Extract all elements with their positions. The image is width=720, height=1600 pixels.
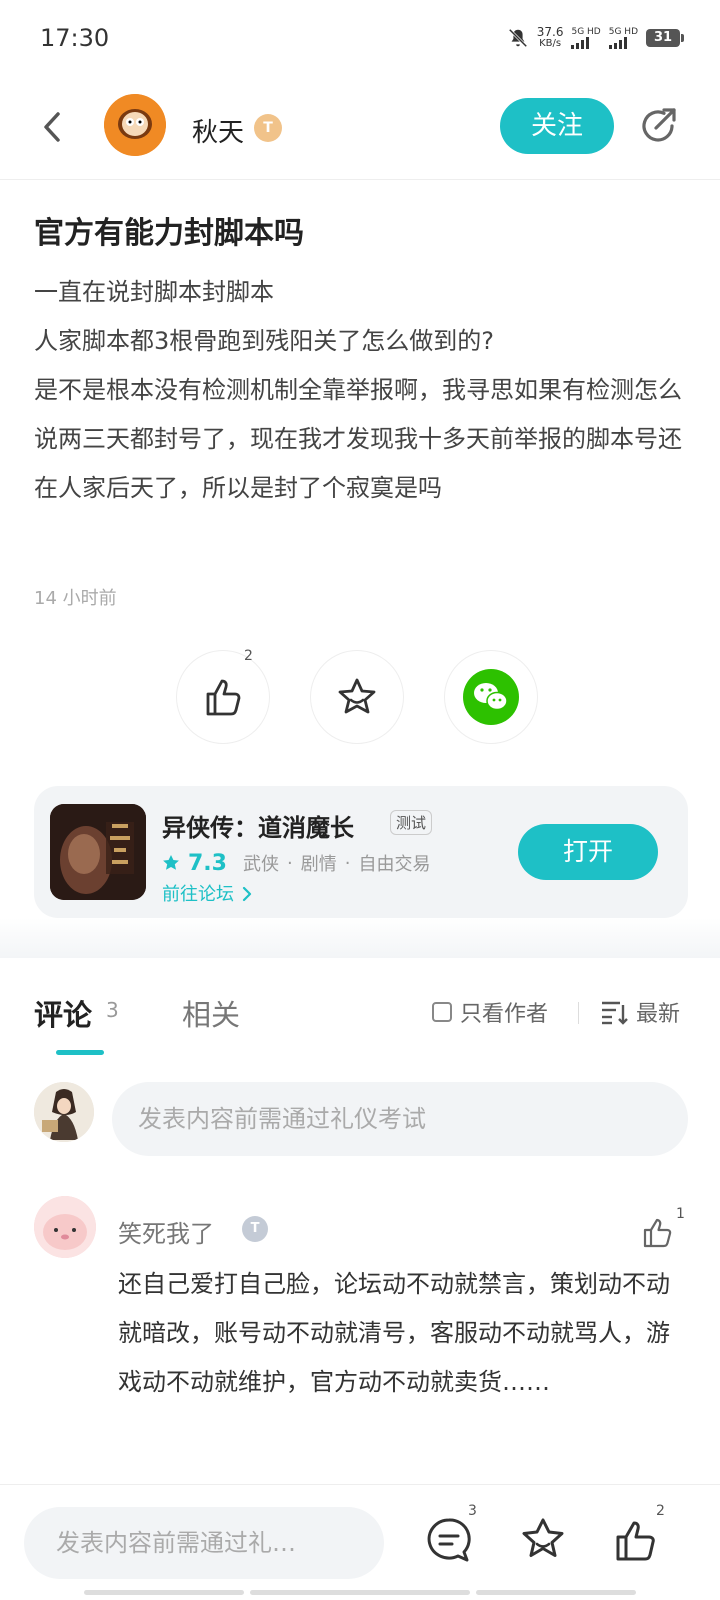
- commenter-name[interactable]: 笑死我了: [118, 1214, 214, 1249]
- comments-count: 3: [106, 998, 119, 1022]
- game-name[interactable]: 异侠传：道消魔长: [162, 808, 354, 843]
- commenter-avatar[interactable]: [34, 1196, 96, 1258]
- battery-icon: 31: [646, 29, 684, 47]
- comment-input[interactable]: 发表内容前需通过礼仪考试: [112, 1082, 688, 1156]
- active-tab-indicator: [56, 1050, 104, 1055]
- tab-related[interactable]: 相关: [182, 992, 240, 1034]
- author-avatar[interactable]: [104, 94, 166, 156]
- thumbs-up-icon: [206, 679, 241, 716]
- share-icon[interactable]: [636, 104, 680, 148]
- comment-like-count: 1: [676, 1206, 685, 1222]
- post-paragraph: 是不是根本没有检测机制全靠举报啊，我寻思如果有检测怎么说两三天都封号了，现在我才…: [34, 376, 682, 502]
- game-genre: 自由交易: [358, 854, 431, 875]
- pink-blob-avatar-icon: [34, 1196, 96, 1258]
- gesture-bar-segment: [476, 1590, 636, 1595]
- divider: [578, 1002, 579, 1024]
- forum-link-label: 前往论坛: [162, 884, 234, 905]
- author-only-checkbox[interactable]: [432, 1002, 452, 1022]
- comment-like-icon[interactable]: [640, 1214, 676, 1250]
- game-cover-icon: [50, 804, 146, 900]
- post-header: 秋天 T 关注: [0, 80, 720, 180]
- post-title: 官方有能力封脚本吗: [34, 216, 304, 251]
- author-name[interactable]: 秋天: [192, 112, 244, 149]
- favorite-button[interactable]: [310, 650, 404, 744]
- bottom-like-count: 2: [656, 1503, 665, 1519]
- author-level-badge: T: [254, 114, 282, 142]
- back-arrow-icon[interactable]: [34, 104, 74, 150]
- bottom-comment-count: 3: [468, 1503, 477, 1519]
- game-icon[interactable]: [50, 804, 146, 900]
- comment-tabs: 评论 3 相关 只看作者 最新: [0, 958, 720, 1058]
- user-avatar-icon: [34, 1082, 94, 1142]
- sort-button[interactable]: 最新: [600, 996, 680, 1028]
- game-genre: 剧情: [300, 854, 337, 875]
- game-genre: 武侠: [242, 854, 279, 875]
- my-avatar[interactable]: [34, 1082, 94, 1142]
- post-paragraph: 人家脚本都3根骨跑到残阳关了怎么做到的?: [34, 327, 495, 355]
- follow-button[interactable]: 关注: [500, 98, 614, 154]
- wechat-icon: [463, 669, 519, 725]
- section-divider: [0, 918, 720, 958]
- game-meta: 7.3 武侠 · 剧情 · 自由交易: [162, 850, 430, 876]
- rating-star-icon: [163, 855, 179, 870]
- star-icon: [338, 678, 376, 714]
- bottom-comment-input[interactable]: 发表内容前需通过礼…: [24, 1507, 384, 1579]
- mute-bell-icon: [508, 28, 527, 48]
- author-only-label: 只看作者: [460, 1002, 549, 1027]
- test-tag: 测试: [390, 810, 433, 835]
- like-count: 2: [244, 648, 253, 664]
- genre-separator: ·: [344, 852, 351, 874]
- like-button[interactable]: [176, 650, 270, 744]
- game-card[interactable]: 异侠传：道消魔长 测试 7.3 武侠 · 剧情 · 自由交易 前往论坛 打开: [34, 786, 688, 918]
- bottom-bar: 发表内容前需通过礼… 3 2: [0, 1484, 720, 1600]
- gesture-bar-segment: [84, 1590, 244, 1595]
- forum-link[interactable]: 前往论坛: [162, 880, 254, 906]
- status-time: 17:30: [40, 24, 110, 52]
- comment-icon[interactable]: [424, 1515, 474, 1565]
- post-paragraph: 一直在说封脚本封脚本: [34, 278, 274, 306]
- open-game-button[interactable]: 打开: [518, 824, 658, 880]
- signal-sim2: 5G HD: [608, 27, 638, 49]
- commenter-level-badge: T: [242, 1216, 268, 1242]
- tab-comments[interactable]: 评论: [34, 992, 92, 1034]
- post-actions: 2: [0, 648, 720, 746]
- post-timestamp: 14 小时前: [34, 588, 117, 609]
- gesture-bar: [0, 1590, 720, 1596]
- network-speed: 37.6 KB/s: [536, 25, 564, 49]
- chevron-right-icon: [242, 886, 251, 902]
- wechat-share-button[interactable]: [444, 650, 538, 744]
- signal-sim1: 5G HD: [571, 27, 601, 49]
- post-body: 一直在说封脚本封脚本 人家脚本都3根骨跑到残阳关了怎么做到的? 是不是根本没有检…: [34, 268, 690, 513]
- author-only-toggle[interactable]: 只看作者: [432, 996, 548, 1028]
- signal-bars-icon: [608, 37, 627, 49]
- thumbs-up-icon[interactable]: [612, 1515, 662, 1565]
- kenny-avatar-icon: [104, 94, 166, 156]
- comment-text: 还自己爱打自己脸，论坛动不动就禁言，策划动不动就暗改，账号动不动就清号，客服动不…: [118, 1270, 670, 1396]
- gesture-bar-segment: [250, 1590, 470, 1595]
- game-rating: 7.3: [188, 850, 227, 876]
- status-icons: 37.6 KB/s 5G HD 5G HD 31: [507, 25, 684, 50]
- genre-separator: ·: [286, 852, 293, 874]
- signal-bars-icon: [571, 37, 590, 49]
- favorite-icon[interactable]: [518, 1515, 568, 1565]
- status-bar: 17:30 37.6 KB/s 5G HD 5G HD 31: [0, 0, 720, 80]
- sort-icon: [602, 1001, 628, 1025]
- sort-label: 最新: [636, 1002, 681, 1027]
